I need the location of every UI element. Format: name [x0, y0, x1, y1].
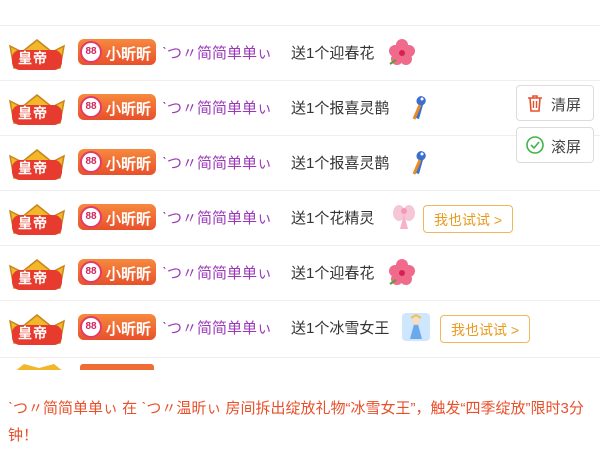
gift-message: 送1个报喜灵鹊 — [291, 155, 390, 172]
username-link[interactable]: ˋつ〃简简单单ぃ — [162, 317, 272, 338]
clear-screen-button[interactable]: 清屏 — [516, 85, 594, 121]
chat-row: 皇帝 88 小昕昕 ˋつ〃简简单单ぃ 送1个花精灵 我也试试 > — [0, 190, 600, 246]
emperor-rank-badge: 皇帝 — [6, 203, 68, 239]
try-it-button[interactable]: 我也试试 > — [423, 205, 514, 233]
hibiscus-flower-icon — [389, 39, 415, 65]
chat-row: 皇帝 88 小昕昕 ˋつ〃简简单单ぃ 送1个迎春花 — [0, 245, 600, 301]
gift-message: 送1个迎春花 — [291, 45, 375, 62]
level-number: 88 — [80, 151, 102, 173]
level-badge: 88 小昕昕 — [78, 39, 156, 65]
level-badge: 88 小昕昕 — [78, 149, 156, 175]
chat-row: 皇帝 88 小昕昕 ˋつ〃简简单单ぃ 送1个冰雪女王 我也试试 > — [0, 300, 600, 356]
chat-row — [0, 357, 600, 370]
snow-queen-icon — [402, 313, 430, 341]
hibiscus-flower-icon — [389, 259, 415, 285]
system-notice: ˋつ〃简简单单ぃ 在 ˋつ〃温昕ぃ 房间拆出绽放礼物“冰雪女王”，触发“四季绽放… — [8, 400, 584, 444]
level-number: 88 — [80, 96, 102, 118]
flower-fairy-icon — [393, 205, 415, 229]
rank-label: 皇帝 — [18, 50, 48, 66]
clear-screen-label: 清屏 — [551, 97, 582, 114]
gift-message: 送1个冰雪女王 — [291, 320, 390, 337]
scroll-screen-button[interactable]: 滚屏 — [516, 127, 594, 163]
username-link[interactable]: ˋつ〃简简单单ぃ — [162, 262, 272, 283]
emperor-rank-badge: 皇帝 — [6, 93, 68, 129]
chat-row: 皇帝 88 小昕昕 ˋつ〃简简单单ぃ 送1个报喜灵鹊 — [0, 135, 600, 191]
level-badge: 88 小昕昕 — [78, 314, 156, 340]
username-link[interactable]: ˋつ〃简简单单ぃ — [162, 152, 272, 173]
badge-name: 小昕昕 — [106, 211, 152, 228]
rank-label: 皇帝 — [18, 160, 48, 176]
level-badge — [80, 364, 154, 370]
badge-name: 小昕昕 — [106, 321, 152, 338]
badge-name: 小昕昕 — [106, 266, 152, 283]
gift-message: 送1个迎春花 — [291, 265, 375, 282]
rank-label: 皇帝 — [18, 325, 48, 341]
badge-name: 小昕昕 — [106, 46, 152, 63]
rank-label: 皇帝 — [18, 105, 48, 121]
chat-row: 皇帝 88 小昕昕 ˋつ〃简简单单ぃ 送1个迎春花 — [0, 25, 600, 81]
level-number: 88 — [80, 316, 102, 338]
username-link[interactable]: ˋつ〃简简单单ぃ — [162, 207, 272, 228]
badge-name: 小昕昕 — [106, 101, 152, 118]
rank-label: 皇帝 — [18, 215, 48, 231]
level-badge: 88 小昕昕 — [78, 259, 156, 285]
username-link[interactable]: ˋつ〃简简单单ぃ — [162, 42, 272, 63]
trash-icon — [528, 95, 542, 112]
badge-name: 小昕昕 — [106, 156, 152, 173]
chat-row: 皇帝 88 小昕昕 ˋつ〃简简单单ぃ 送1个报喜灵鹊 — [0, 80, 600, 136]
level-number: 88 — [80, 261, 102, 283]
emperor-rank-badge: 皇帝 — [6, 313, 68, 349]
scroll-screen-label: 滚屏 — [551, 139, 582, 156]
magpie-icon — [412, 151, 426, 175]
emperor-rank-badge: 皇帝 — [6, 258, 68, 294]
rank-label: 皇帝 — [18, 270, 48, 286]
check-circle-icon — [526, 136, 544, 154]
level-number: 88 — [80, 41, 102, 63]
gift-message: 送1个花精灵 — [291, 210, 375, 227]
chat-feed: 皇帝 88 小昕昕 ˋつ〃简简单单ぃ 送1个迎春花 皇帝 88 小昕昕 ˋつ〃简… — [0, 0, 613, 370]
username-link[interactable]: ˋつ〃简简单单ぃ — [162, 97, 272, 118]
level-badge: 88 小昕昕 — [78, 204, 156, 230]
level-badge: 88 小昕昕 — [78, 94, 156, 120]
emperor-rank-badge: 皇帝 — [6, 148, 68, 184]
emperor-rank-badge: 皇帝 — [6, 38, 68, 74]
try-it-button[interactable]: 我也试试 > — [440, 315, 531, 343]
level-number: 88 — [80, 206, 102, 228]
magpie-icon — [412, 96, 426, 120]
crown-icon — [16, 364, 62, 370]
gift-message: 送1个报喜灵鹊 — [291, 100, 390, 117]
